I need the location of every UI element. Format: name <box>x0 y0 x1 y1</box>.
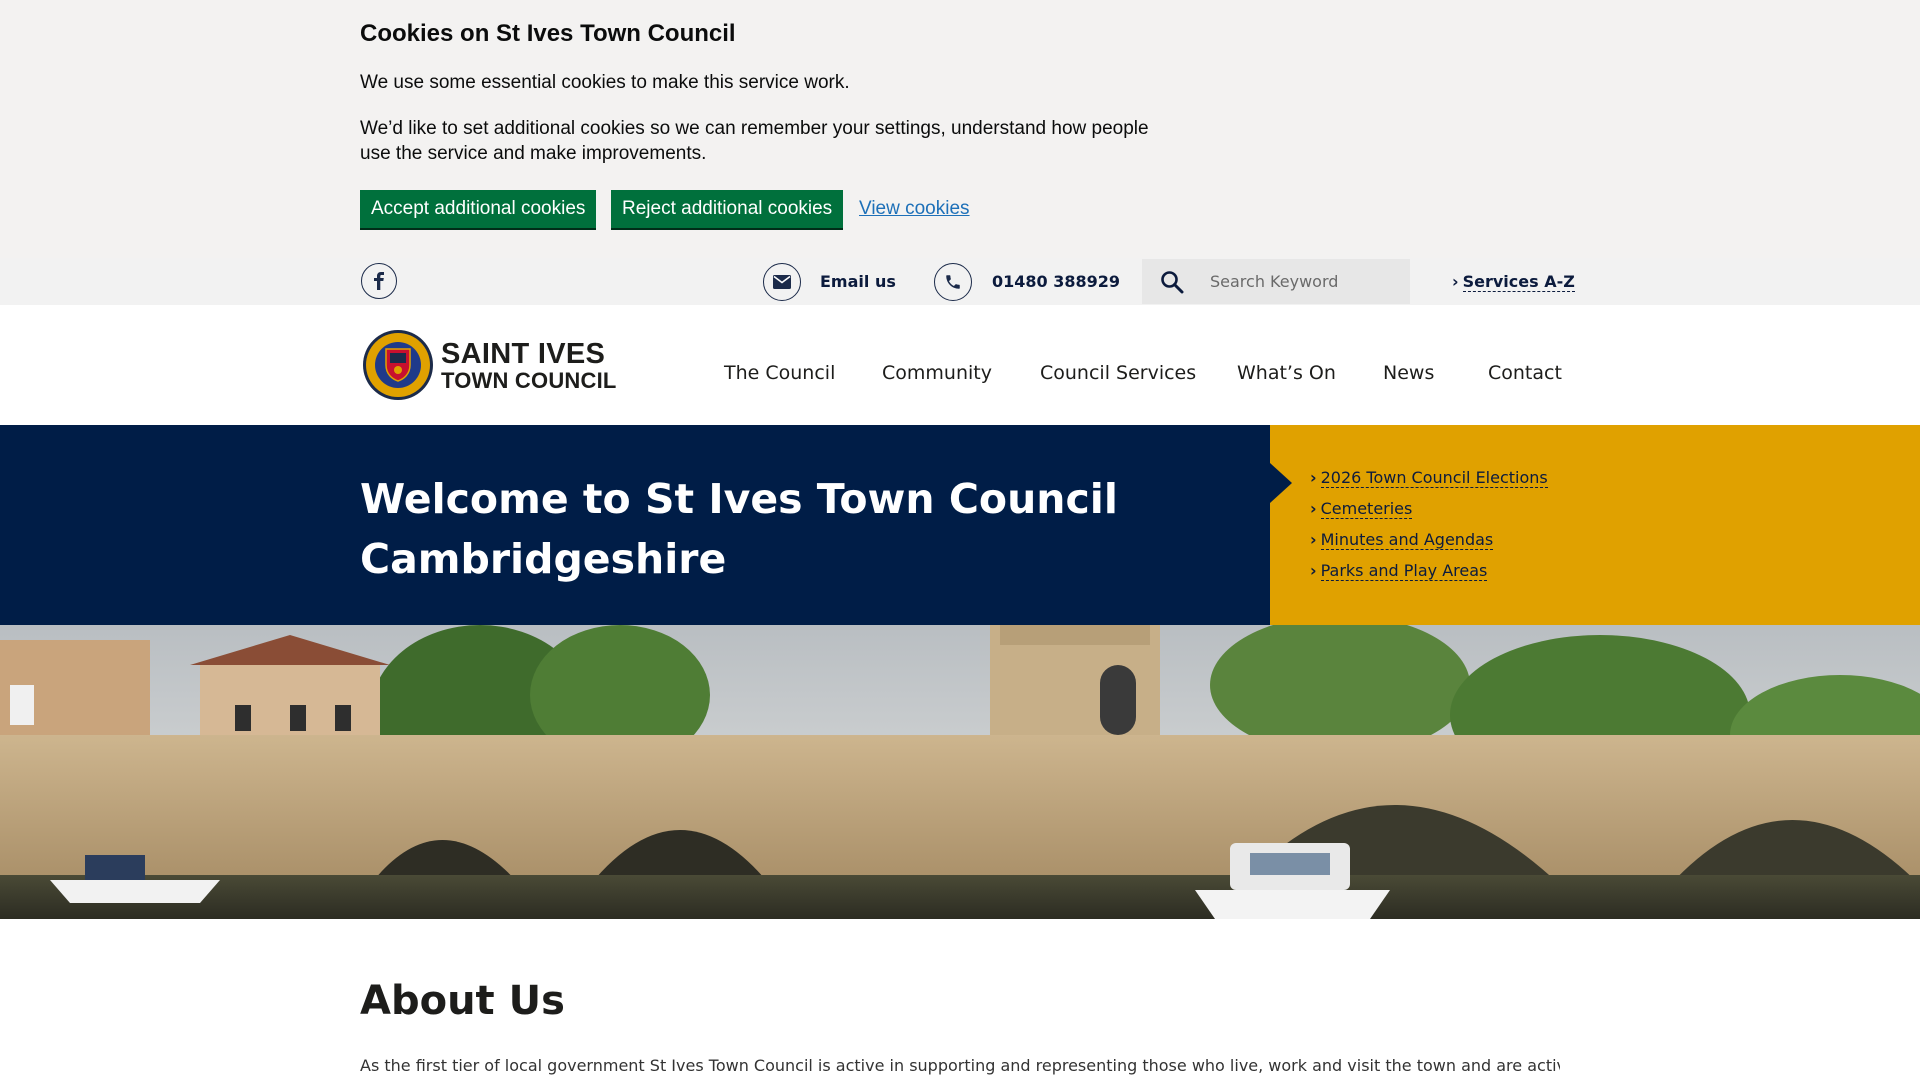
utility-bar: Email us 01480 388929 ›Services A-Z <box>0 258 1920 305</box>
phone-icon[interactable] <box>934 263 972 301</box>
hero-title: Welcome to St Ives Town Council Cambridg… <box>360 469 1118 589</box>
chevron-right-icon: › <box>1310 561 1317 580</box>
search-input[interactable] <box>1210 259 1400 304</box>
nav-contact[interactable]: Contact <box>1488 362 1562 384</box>
quick-link-elections[interactable]: › 2026 Town Council Elections <box>1310 468 1548 488</box>
brand-name-line1: SAINT IVES <box>441 338 606 370</box>
nav-council-services[interactable]: Council Services <box>1040 362 1196 384</box>
quick-link-parks-play-areas[interactable]: › Parks and Play Areas <box>1310 561 1488 581</box>
about-us-heading: About Us <box>360 978 565 1024</box>
services-az-label: Services A-Z <box>1462 272 1575 292</box>
services-az-link[interactable]: › Services A-Z <box>1452 272 1575 292</box>
email-us-link[interactable]: Email us <box>820 272 896 291</box>
council-crest-logo[interactable] <box>362 329 434 401</box>
facebook-icon[interactable] <box>361 263 397 299</box>
chevron-right-icon: › <box>1452 272 1459 291</box>
site-header: SAINT IVES TOWN COUNCIL The Council Comm… <box>0 305 1920 425</box>
quick-links-panel: › 2026 Town Council Elections › Cemeteries… <box>1270 425 1920 625</box>
cookie-banner: Cookies on St Ives Town Council We use s… <box>0 0 1920 258</box>
hero-photo-bridge <box>0 625 1920 919</box>
nav-the-council[interactable]: The Council <box>724 362 835 384</box>
nav-whats-on[interactable]: What’s On <box>1237 362 1336 384</box>
cookie-text-additional: We’d like to set additional cookies so w… <box>360 118 1149 164</box>
chevron-right-icon: › <box>1310 499 1317 518</box>
chevron-right-icon: › <box>1310 530 1317 549</box>
chevron-right-icon: › <box>1310 468 1317 487</box>
nav-community[interactable]: Community <box>882 362 992 384</box>
nav-news[interactable]: News <box>1383 362 1434 384</box>
search-icon[interactable] <box>1160 270 1184 299</box>
search-box[interactable] <box>1142 259 1410 304</box>
cookie-text-essential: We use some essential cookies to make th… <box>360 72 850 93</box>
hero-title-line1: Welcome to St Ives Town Council <box>360 475 1118 523</box>
hero-banner: Welcome to St Ives Town Council Cambridg… <box>0 425 1920 625</box>
view-cookies-link[interactable]: View cookies <box>859 198 970 220</box>
hero-title-line2: Cambridgeshire <box>360 535 727 583</box>
panel-notch <box>1270 463 1292 503</box>
quick-link-minutes-agendas[interactable]: › Minutes and Agendas <box>1310 530 1494 550</box>
quick-link-cemeteries[interactable]: › Cemeteries <box>1310 499 1413 519</box>
brand-name-line2: TOWN COUNCIL <box>441 368 617 393</box>
reject-cookies-button[interactable]: Reject additional cookies <box>611 190 844 228</box>
phone-number-link[interactable]: 01480 388929 <box>992 272 1120 291</box>
email-icon[interactable] <box>763 263 801 301</box>
about-us-text: As the first tier of local government St… <box>360 1056 1560 1075</box>
cookie-title: Cookies on St Ives Town Council <box>360 20 736 47</box>
accept-cookies-button[interactable]: Accept additional cookies <box>360 190 597 228</box>
